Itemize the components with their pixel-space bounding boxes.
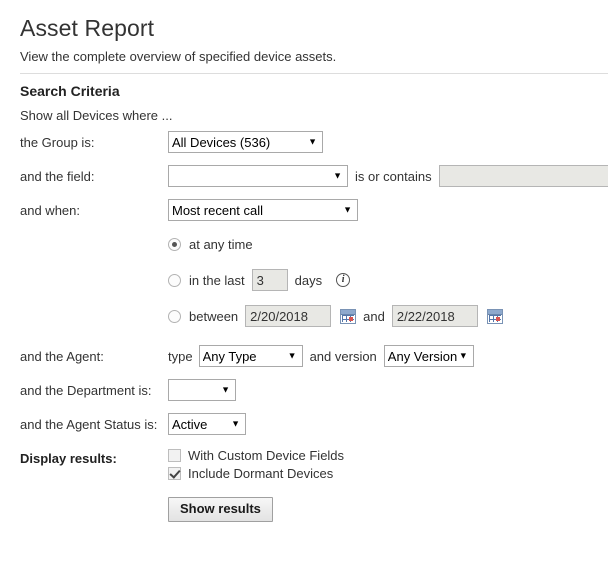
field-row-label: and the field: [20, 165, 168, 184]
field-operator-text: is or contains [355, 169, 432, 184]
agent-row-fields: type Any Type ▼ and version Any Version … [168, 345, 588, 367]
between-and-text: and [363, 309, 385, 324]
group-select-wrapper: All Devices (536) ▼ [168, 131, 323, 153]
show-results-button[interactable]: Show results [168, 497, 273, 522]
when-select-wrapper: Most recent call ▼ [168, 199, 358, 221]
agent-type-prefix: type [168, 349, 193, 364]
department-row-label: and the Department is: [20, 379, 168, 398]
agent-type-select-wrapper: Any Type ▼ [199, 345, 303, 367]
days-input[interactable] [252, 269, 288, 291]
section-title: Search Criteria [20, 83, 588, 99]
info-icon[interactable]: i [336, 273, 350, 287]
agent-status-row: and the Agent Status is: Active ▼ [20, 413, 588, 435]
group-row-fields: All Devices (536) ▼ [168, 131, 588, 153]
radio-row-between[interactable]: between and [168, 305, 588, 327]
display-results-label: Display results: [20, 447, 168, 466]
radio-in-last[interactable] [168, 274, 181, 287]
lead-text: Show all Devices where ... [20, 108, 588, 123]
agent-status-select[interactable]: Active [168, 413, 246, 435]
checkbox-include-dormant-devices[interactable] [168, 467, 181, 480]
page-header: Asset Report View the complete overview … [0, 0, 608, 64]
radio-in-last-label: in the last [189, 273, 245, 288]
display-checkbox-block: With Custom Device Fields Include Dorman… [168, 448, 588, 481]
checkbox-with-custom-device-fields-label: With Custom Device Fields [188, 448, 344, 463]
calendar-day-marker [496, 317, 500, 321]
group-row: the Group is: All Devices (536) ▼ [20, 131, 588, 153]
agent-status-select-wrapper: Active ▼ [168, 413, 246, 435]
calendar-icon-start[interactable] [340, 309, 356, 324]
department-select-wrapper: ▼ [168, 379, 236, 401]
asset-report-page: Asset Report View the complete overview … [0, 0, 608, 565]
checkbox-row-custom-fields[interactable]: With Custom Device Fields [168, 448, 588, 463]
page-subtitle: View the complete overview of specified … [20, 49, 588, 64]
agent-version-select-wrapper: Any Version ▼ [384, 345, 474, 367]
agent-status-row-fields: Active ▼ [168, 413, 588, 435]
agent-row: and the Agent: type Any Type ▼ and versi… [20, 345, 588, 367]
when-row-label: and when: [20, 199, 168, 218]
radio-between-label: between [189, 309, 238, 324]
when-options-block: at any time in the last days i between a… [168, 233, 588, 327]
search-criteria-section: Search Criteria Show all Devices where .… [0, 74, 608, 522]
field-row: and the field: ▼ is or contains [20, 165, 588, 187]
checkbox-include-dormant-devices-label: Include Dormant Devices [188, 466, 333, 481]
page-title: Asset Report [20, 16, 588, 41]
calendar-day-marker [349, 317, 353, 321]
radio-between[interactable] [168, 310, 181, 323]
end-date-input[interactable] [392, 305, 478, 327]
department-select[interactable] [168, 379, 236, 401]
display-results-row: Display results: With Custom Device Fiel… [20, 447, 588, 522]
when-row-fields: Most recent call ▼ [168, 199, 588, 221]
field-select-wrapper: ▼ [168, 165, 348, 187]
radio-any-time[interactable] [168, 238, 181, 251]
display-results-fields: With Custom Device Fields Include Dorman… [168, 447, 588, 522]
department-row-fields: ▼ [168, 379, 588, 401]
radio-row-any-time[interactable]: at any time [168, 233, 588, 255]
checkbox-with-custom-device-fields[interactable] [168, 449, 181, 462]
department-row: and the Department is: ▼ [20, 379, 588, 401]
agent-status-row-label: and the Agent Status is: [20, 413, 168, 432]
checkbox-row-dormant-devices[interactable]: Include Dormant Devices [168, 466, 588, 481]
agent-version-select[interactable]: Any Version [384, 345, 474, 367]
calendar-icon-end[interactable] [487, 309, 503, 324]
radio-any-time-label: at any time [189, 237, 253, 252]
field-row-fields: ▼ is or contains [168, 165, 608, 187]
field-select[interactable] [168, 165, 348, 187]
days-suffix-label: days [295, 273, 322, 288]
field-value-input[interactable] [439, 165, 608, 187]
when-select[interactable]: Most recent call [168, 199, 358, 221]
radio-row-in-last[interactable]: in the last days i [168, 269, 588, 291]
agent-row-label: and the Agent: [20, 345, 168, 364]
start-date-input[interactable] [245, 305, 331, 327]
when-row: and when: Most recent call ▼ [20, 199, 588, 221]
agent-version-prefix: and version [310, 349, 377, 364]
group-select[interactable]: All Devices (536) [168, 131, 323, 153]
agent-type-select[interactable]: Any Type [199, 345, 303, 367]
group-row-label: the Group is: [20, 131, 168, 150]
